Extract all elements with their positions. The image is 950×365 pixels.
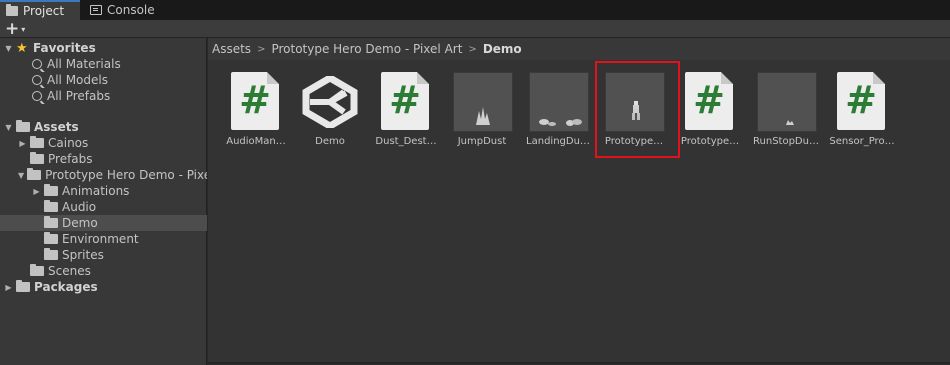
collapsed-arrow-icon[interactable]: ▶ — [4, 283, 13, 292]
folder-icon — [6, 4, 18, 16]
csharp-script-icon: # — [837, 72, 885, 130]
collapsed-arrow-icon[interactable]: ▶ — [32, 187, 41, 196]
tree-item-label: Favorites — [33, 41, 96, 55]
dust-sprite-icon — [476, 107, 490, 125]
tree-item-label: Packages — [34, 280, 98, 294]
asset-label: JumpDust — [457, 136, 507, 147]
tree-item-label: All Prefabs — [47, 89, 111, 103]
asset-label: Prototype… — [680, 136, 740, 147]
selection-highlight-box — [595, 61, 680, 158]
folder-icon — [30, 152, 44, 164]
tree-item-demo[interactable]: Demo — [0, 215, 207, 231]
folder-icon — [16, 120, 30, 132]
prefab-thumbnail — [757, 72, 817, 132]
tree-item-label: Demo — [62, 216, 98, 230]
breadcrumb-item-current[interactable]: Demo — [483, 42, 522, 56]
asset-item[interactable]: Demo — [294, 72, 366, 156]
plus-icon: + — [5, 19, 20, 39]
asset-item[interactable]: # Prototype… — [674, 72, 746, 156]
folder-icon — [30, 264, 44, 276]
favorite-item-all-models[interactable]: All Models — [0, 72, 207, 88]
folder-icon — [44, 232, 58, 244]
favorite-item-all-prefabs[interactable]: All Prefabs — [0, 88, 207, 104]
csharp-script-icon: # — [381, 72, 429, 130]
favorite-item-all-materials[interactable]: All Materials — [0, 56, 207, 72]
console-icon — [90, 5, 102, 15]
expand-arrow-icon[interactable]: ▼ — [18, 171, 24, 180]
folder-icon — [44, 184, 58, 196]
csharp-script-icon: # — [231, 72, 279, 130]
asset-browser-panel: Assets > Prototype Hero Demo - Pixel Art… — [208, 38, 950, 365]
asset-label: Demo — [315, 136, 345, 147]
collapsed-arrow-icon[interactable]: ▶ — [18, 139, 27, 148]
tree-item-label: All Materials — [47, 57, 121, 71]
tree-item-audio[interactable]: Audio — [0, 199, 207, 215]
folder-icon — [30, 136, 44, 148]
tree-item-favorites[interactable]: ▼ ★ Favorites — [0, 40, 207, 56]
tree-item-label: Sprites — [62, 248, 104, 262]
search-icon — [32, 75, 42, 85]
asset-label: Sensor_Pro… — [829, 136, 895, 147]
expand-arrow-icon[interactable]: ▼ — [4, 44, 13, 53]
tree-item-packages[interactable]: ▶ Packages — [0, 279, 207, 295]
expand-arrow-icon[interactable]: ▼ — [4, 123, 13, 132]
asset-item[interactable]: JumpDust — [446, 72, 518, 156]
tree-item-label: Prototype Hero Demo - Pixel Art — [45, 168, 207, 182]
tree-item-label: Animations — [62, 184, 130, 198]
tab-project[interactable]: Project — [0, 0, 80, 20]
tab-console[interactable]: Console — [84, 0, 164, 20]
asset-label: Dust_Dest… — [375, 136, 437, 147]
asset-label: RunStopDu… — [753, 136, 819, 147]
csharp-script-icon: # — [685, 72, 733, 130]
dust-sprite-icon — [786, 120, 794, 125]
asset-item[interactable]: # Sensor_Pro… — [826, 72, 898, 156]
folder-icon — [27, 168, 42, 180]
tree-item-label: Environment — [62, 232, 139, 246]
breadcrumb-item[interactable]: Assets — [212, 42, 251, 56]
tab-project-label: Project — [23, 4, 65, 18]
dust-sprite-icon — [539, 119, 582, 126]
tree-item-prototype-hero-demo[interactable]: ▼ Prototype Hero Demo - Pixel Art — [0, 167, 207, 183]
asset-label: AudioMan… — [226, 136, 286, 147]
window-tab-bar: Project Console — [0, 0, 950, 20]
tree-item-scenes[interactable]: Scenes — [0, 263, 207, 279]
breadcrumb-item[interactable]: Prototype Hero Demo - Pixel Art — [271, 42, 462, 56]
asset-grid: # AudioMan… Demo # Dust_Dest… JumpDust L… — [208, 60, 950, 365]
asset-item[interactable]: RunStopDu… — [750, 72, 822, 156]
folder-tree-panel: ▼ ★ Favorites All Materials All Models A… — [0, 38, 207, 365]
chevron-down-icon: ▾ — [21, 25, 26, 34]
prefab-thumbnail — [453, 72, 513, 132]
tree-item-assets[interactable]: ▼ Assets — [0, 119, 207, 135]
tree-item-label: Assets — [34, 120, 79, 134]
search-icon — [32, 59, 42, 69]
prefab-thumbnail — [529, 72, 589, 132]
folder-icon — [44, 200, 58, 212]
unity-scene-icon — [302, 76, 358, 128]
folder-icon — [16, 280, 30, 292]
tree-item-animations[interactable]: ▶ Animations — [0, 183, 207, 199]
tree-item-label: Cainos — [48, 136, 89, 150]
asset-item[interactable]: # Dust_Dest… — [370, 72, 442, 156]
search-icon — [32, 91, 42, 101]
project-toolbar: + ▾ — [0, 20, 950, 38]
tree-item-environment[interactable]: Environment — [0, 231, 207, 247]
asset-item[interactable]: # AudioMan… — [220, 72, 292, 156]
folder-icon — [44, 248, 58, 260]
tree-item-label: Prefabs — [48, 152, 93, 166]
tree-item-label: Scenes — [48, 264, 91, 278]
tree-item-sprites[interactable]: Sprites — [0, 247, 207, 263]
asset-item[interactable]: LandingDu… — [522, 72, 594, 156]
chevron-right-icon: > — [257, 43, 266, 55]
breadcrumb: Assets > Prototype Hero Demo - Pixel Art… — [208, 38, 950, 60]
create-button[interactable]: + ▾ — [5, 20, 25, 38]
tree-item-label: Audio — [62, 200, 97, 214]
tree-item-label: All Models — [47, 73, 108, 87]
star-icon: ★ — [16, 40, 28, 56]
tree-item-cainos[interactable]: ▶ Cainos — [0, 135, 207, 151]
tree-item-prefabs[interactable]: Prefabs — [0, 151, 207, 167]
tab-console-label: Console — [107, 3, 155, 17]
chevron-right-icon: > — [468, 43, 477, 55]
folder-icon — [44, 216, 58, 228]
asset-label: LandingDu… — [526, 136, 590, 147]
